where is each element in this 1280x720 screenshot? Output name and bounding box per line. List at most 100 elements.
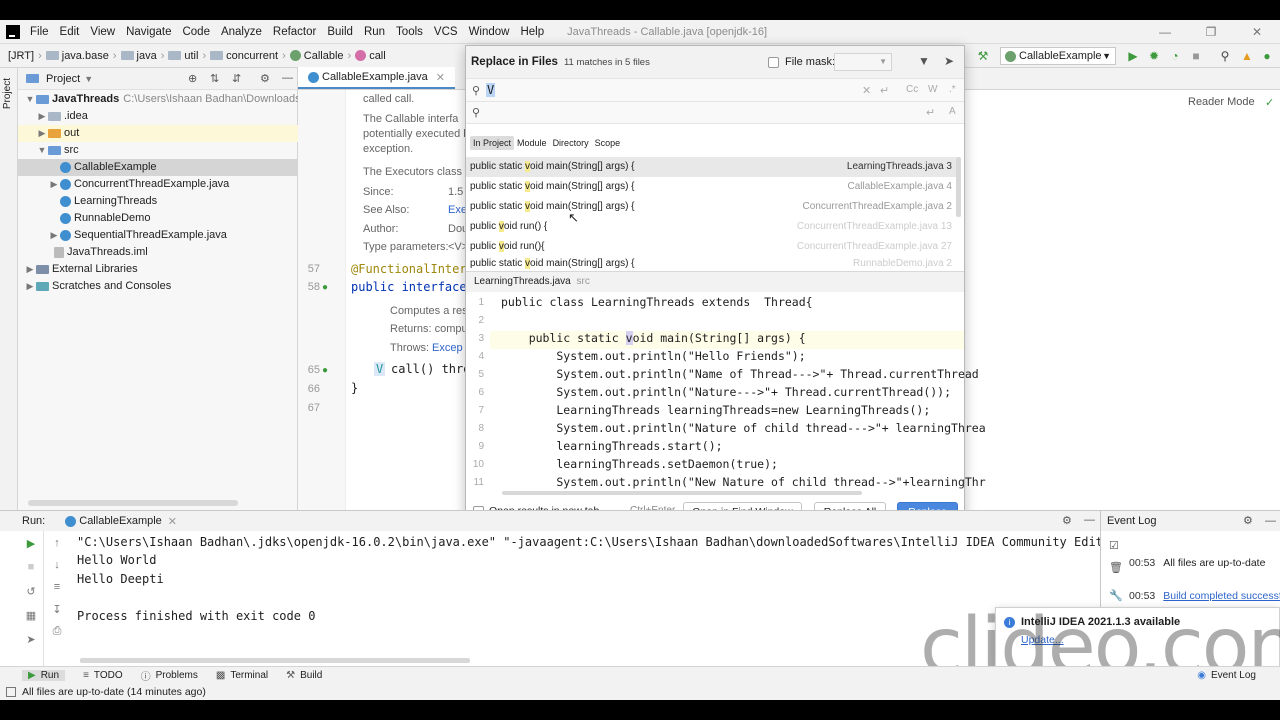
tree-item-runnabledemo[interactable]: RunnableDemo bbox=[18, 210, 298, 227]
file-mask-checkbox[interactable] bbox=[768, 57, 779, 68]
tree-item-javathreads[interactable]: ▼ JavaThreads C:\Users\Ishaan Badhan\Downl… bbox=[18, 91, 326, 108]
breadcrumb-concurrent[interactable]: concurrent bbox=[226, 50, 278, 62]
menu-run[interactable]: Run bbox=[364, 26, 385, 38]
scope-directory[interactable]: Directory bbox=[550, 136, 592, 150]
locate-icon[interactable]: ⊕ bbox=[188, 72, 197, 85]
coverage-icon[interactable]: ◔ bbox=[1168, 49, 1182, 63]
scroll-to-end-icon[interactable]: ↧ bbox=[50, 603, 64, 616]
bottom-tab-problems[interactable]: ⓘ Problems bbox=[141, 668, 198, 683]
tree-item-sequentialthreadexample[interactable]: ▶ SequentialThreadExample.java bbox=[18, 227, 298, 244]
results-scrollbar[interactable] bbox=[956, 157, 961, 217]
gear-icon[interactable]: ⚙ bbox=[1243, 511, 1253, 531]
menu-edit[interactable]: Edit bbox=[60, 26, 80, 38]
scope-module[interactable]: Module bbox=[514, 136, 550, 150]
implemented-icon[interactable]: ● bbox=[322, 282, 328, 293]
run-icon[interactable]: ▶ bbox=[1126, 49, 1140, 63]
build-hammer-icon[interactable]: ⚒ bbox=[976, 49, 990, 63]
menu-analyze[interactable]: Analyze bbox=[221, 26, 262, 38]
close-tab-icon[interactable]: ✕ bbox=[436, 71, 445, 84]
update-link[interactable]: Update... bbox=[1021, 634, 1064, 646]
rerun-icon[interactable]: ▶ bbox=[24, 537, 38, 550]
gear-icon[interactable]: ⚙ bbox=[260, 72, 270, 85]
tool-windows-icon[interactable] bbox=[6, 687, 16, 697]
menu-tools[interactable]: Tools bbox=[396, 26, 423, 38]
menu-vcs[interactable]: VCS bbox=[434, 26, 458, 38]
result-row[interactable]: public static void main(String[] args) {… bbox=[466, 177, 956, 197]
tree-item-scratches[interactable]: ▶ Scratches and Consoles bbox=[18, 278, 298, 295]
pin-icon[interactable]: ➤ bbox=[24, 633, 38, 646]
file-mask-select[interactable]: ▼ bbox=[834, 53, 892, 71]
down-icon[interactable]: ↓ bbox=[50, 559, 64, 571]
up-icon[interactable]: ↑ bbox=[50, 537, 64, 549]
breadcrumb-java-base[interactable]: java.base bbox=[62, 50, 109, 62]
stop-icon[interactable]: ■ bbox=[1189, 49, 1203, 63]
layout-icon[interactable]: ▦ bbox=[24, 609, 38, 622]
tree-item-out[interactable]: ▶ out bbox=[18, 125, 298, 142]
run-tab-callableexample[interactable]: CallableExample ✕ bbox=[59, 515, 183, 528]
project-panel-title[interactable]: Project bbox=[46, 73, 80, 85]
implemented-icon[interactable]: ● bbox=[322, 365, 328, 376]
console-scrollbar[interactable] bbox=[80, 658, 470, 663]
delete-icon[interactable]: 🗑 bbox=[1109, 561, 1123, 574]
newline-icon[interactable]: ↵ bbox=[926, 106, 935, 119]
mark-read-icon[interactable]: ☑ bbox=[1109, 539, 1119, 552]
match-case-icon[interactable]: Cc bbox=[906, 84, 918, 95]
collapse-all-icon[interactable]: ⇵ bbox=[232, 72, 241, 85]
tree-item-concurrentthreadexample[interactable]: ▶ ConcurrentThreadExample.java bbox=[18, 176, 298, 193]
result-row[interactable]: public void run(){ ConcurrentThreadExamp… bbox=[466, 237, 956, 257]
update-icon[interactable]: ▲ bbox=[1240, 49, 1254, 63]
regex-icon[interactable]: .* bbox=[949, 84, 956, 95]
maximize-icon[interactable]: ❐ bbox=[1188, 20, 1234, 44]
restore-layout-icon[interactable]: ↺ bbox=[24, 585, 38, 598]
stop-icon[interactable]: ■ bbox=[24, 561, 38, 573]
settings-icon[interactable]: 🔧 bbox=[1109, 589, 1123, 602]
preserve-case-icon[interactable]: A bbox=[949, 106, 956, 117]
horizontal-scrollbar[interactable] bbox=[28, 500, 238, 506]
tree-item-callableexample[interactable]: CallableExample bbox=[18, 159, 298, 176]
preview-scrollbar[interactable] bbox=[502, 491, 862, 495]
project-tool-tab[interactable]: Project bbox=[2, 78, 13, 109]
scope-in-project[interactable]: In Project bbox=[470, 136, 515, 150]
close-tab-icon[interactable]: ✕ bbox=[168, 515, 177, 528]
bottom-tab-event-log[interactable]: ◉ Event Log bbox=[1197, 670, 1256, 681]
tree-item-src[interactable]: ▼ src bbox=[18, 142, 298, 159]
menu-build[interactable]: Build bbox=[327, 26, 353, 38]
minimize-icon[interactable]: — bbox=[1142, 20, 1188, 44]
menu-navigate[interactable]: Navigate bbox=[126, 26, 171, 38]
run-configuration-select[interactable]: CallableExample ▼ bbox=[1000, 47, 1116, 65]
expand-all-icon[interactable]: ⇅ bbox=[210, 72, 219, 85]
tree-item-external-libraries[interactable]: ▶ External Libraries bbox=[18, 261, 298, 278]
clear-icon[interactable]: ✕ bbox=[862, 84, 871, 97]
search-input[interactable]: V bbox=[486, 83, 496, 97]
debug-icon[interactable]: ✹ bbox=[1147, 49, 1161, 63]
pin-icon[interactable]: ➤ bbox=[944, 54, 954, 68]
result-row[interactable]: public static void main(String[] args) {… bbox=[466, 197, 956, 217]
breadcrumb-jrt[interactable]: [JRT] bbox=[8, 50, 34, 62]
event-link[interactable]: Build completed successful bbox=[1163, 590, 1280, 602]
whole-words-icon[interactable]: W bbox=[928, 84, 937, 95]
gear-icon[interactable]: ⚙ bbox=[1062, 514, 1072, 527]
menu-file[interactable]: File bbox=[30, 26, 49, 38]
soft-wrap-icon[interactable]: ≡ bbox=[50, 581, 64, 593]
ide-features-icon[interactable]: ● bbox=[1260, 49, 1274, 63]
print-icon[interactable]: ⎙ bbox=[50, 625, 64, 638]
breadcrumb-util[interactable]: util bbox=[184, 50, 198, 62]
menu-refactor[interactable]: Refactor bbox=[273, 26, 316, 38]
breadcrumb-call[interactable]: call bbox=[369, 50, 386, 62]
result-row[interactable]: public void run() { ConcurrentThreadExam… bbox=[466, 217, 956, 237]
newline-icon[interactable]: ↵ bbox=[880, 84, 889, 97]
menu-view[interactable]: View bbox=[90, 26, 115, 38]
hide-icon[interactable]: — bbox=[1084, 514, 1095, 526]
breadcrumb-callable[interactable]: Callable bbox=[304, 50, 344, 62]
hide-icon[interactable]: — bbox=[282, 72, 293, 84]
bottom-tab-terminal[interactable]: ▩ Terminal bbox=[216, 670, 268, 681]
search-icon[interactable]: ⚲ bbox=[1218, 49, 1232, 63]
reader-mode-toggle[interactable]: Reader Mode bbox=[1188, 96, 1255, 108]
result-row[interactable]: public static void main(String[] args) {… bbox=[466, 157, 956, 177]
menu-help[interactable]: Help bbox=[520, 26, 544, 38]
menu-window[interactable]: Window bbox=[469, 26, 510, 38]
javadoc-link[interactable]: Excep bbox=[432, 342, 463, 354]
tab-callableexample[interactable]: CallableExample.java ✕ bbox=[298, 67, 455, 89]
close-icon[interactable]: ✕ bbox=[1234, 20, 1280, 44]
breadcrumb-java[interactable]: java bbox=[137, 50, 157, 62]
